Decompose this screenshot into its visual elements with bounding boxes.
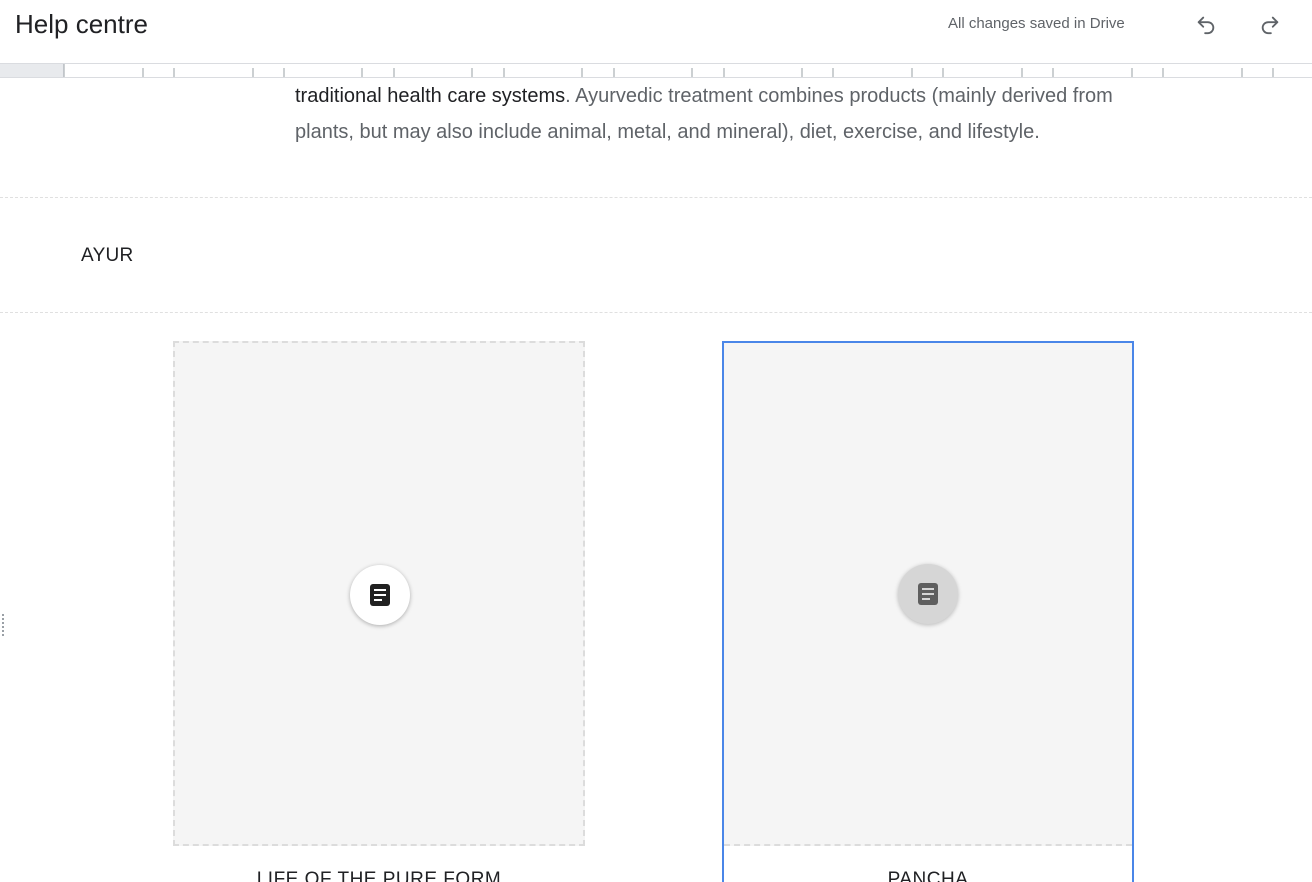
ruler[interactable] [0, 63, 1312, 78]
document-icon [918, 583, 938, 605]
paragraph-highlight: traditional health care systems [295, 85, 566, 107]
image-card-selected[interactable]: PANCHA [722, 341, 1134, 882]
section-heading[interactable]: AYUR [81, 244, 134, 268]
text-section[interactable]: traditional health care systems. Ayurved… [0, 78, 1312, 198]
document-icon [370, 584, 390, 606]
undo-button[interactable] [1188, 8, 1224, 40]
page-title: Help centre [15, 9, 148, 39]
image-card[interactable]: LIFE OF THE PURE FORM [173, 341, 585, 882]
image-placeholder[interactable] [724, 343, 1132, 846]
card-caption[interactable]: LIFE OF THE PURE FORM [173, 868, 585, 882]
ruler-ticks [63, 64, 1274, 77]
undo-icon [1197, 16, 1215, 35]
image-placeholder[interactable] [173, 341, 585, 846]
heading-section[interactable]: AYUR [0, 198, 1312, 313]
redo-button[interactable] [1252, 8, 1288, 40]
body-paragraph[interactable]: traditional health care systems. Ayurved… [295, 78, 1135, 150]
add-content-button[interactable] [350, 565, 410, 625]
drag-handle[interactable] [2, 614, 6, 636]
add-content-button[interactable] [898, 564, 958, 624]
save-status: All changes saved in Drive [948, 15, 1125, 32]
card-caption[interactable]: PANCHA [724, 868, 1132, 882]
top-bar: Help centre All changes saved in Drive [0, 0, 1312, 64]
redo-icon [1261, 16, 1279, 35]
